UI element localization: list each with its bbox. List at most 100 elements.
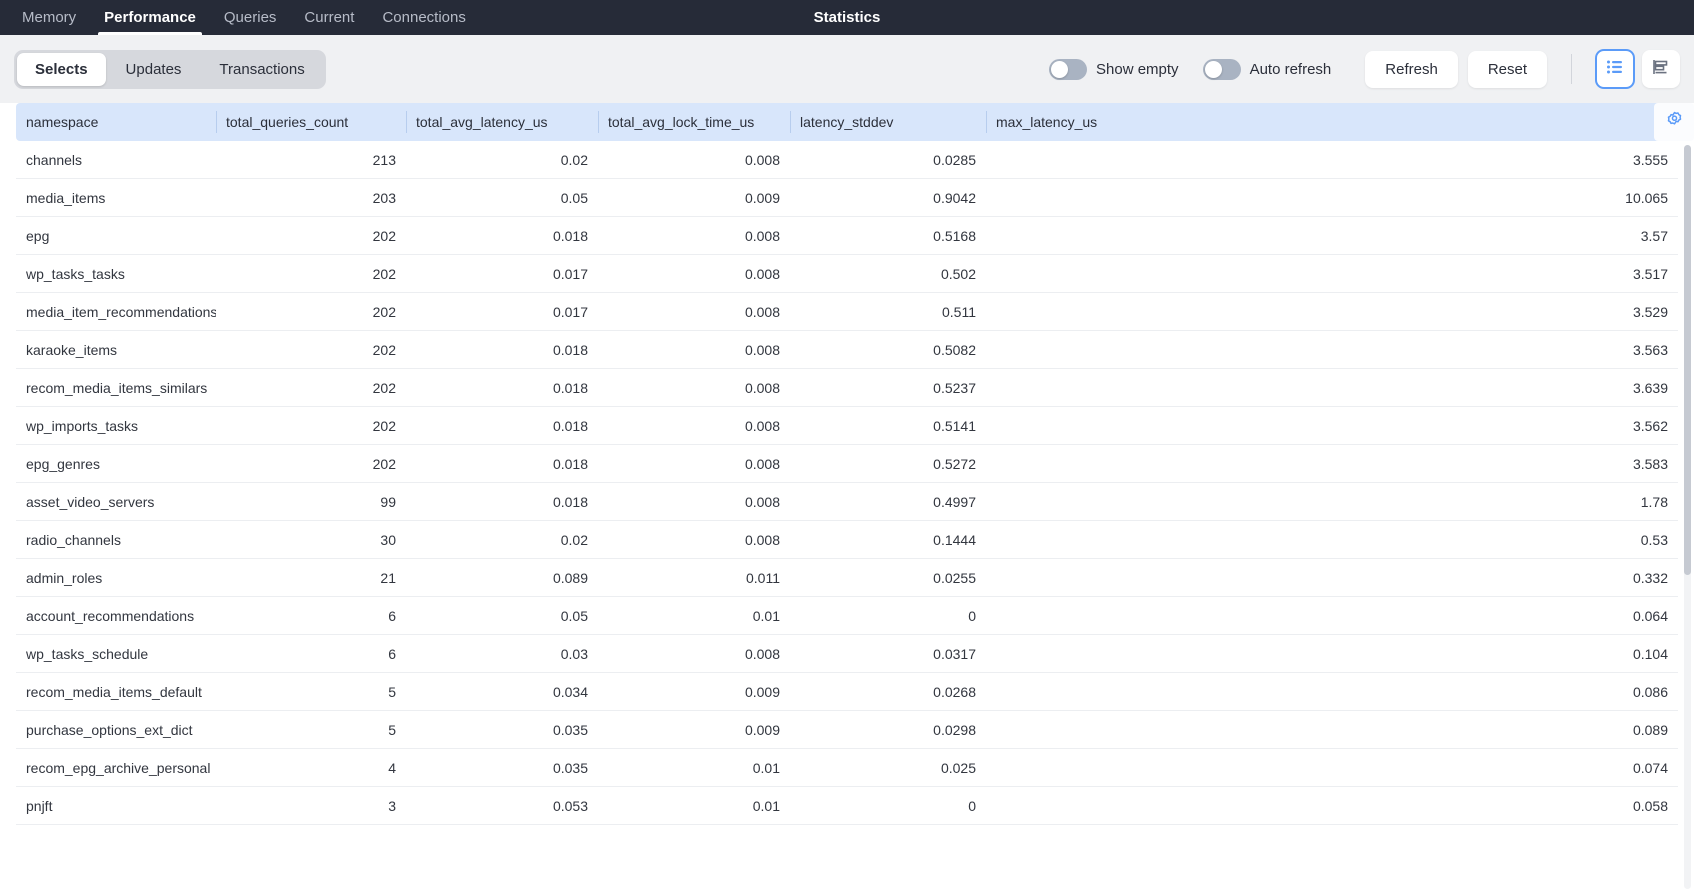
tab-selects[interactable]: Selects [17, 53, 106, 86]
nav-item-memory[interactable]: Memory [8, 0, 90, 35]
chart-view-button[interactable] [1642, 50, 1680, 88]
cell-total-avg-latency-us: 0.05 [406, 608, 598, 624]
cell-total-avg-latency-us: 0.035 [406, 722, 598, 738]
cell-total-avg-latency-us: 0.017 [406, 304, 598, 320]
table-settings-button[interactable] [1654, 103, 1694, 141]
table-row[interactable]: media_item_recommendations2020.0170.0080… [16, 293, 1678, 331]
cell-total-avg-lock-time-us: 0.009 [598, 722, 790, 738]
table-row[interactable]: wp_tasks_schedule60.030.0080.03170.104 [16, 635, 1678, 673]
cell-total-avg-latency-us: 0.018 [406, 342, 598, 358]
cell-total-avg-latency-us: 0.018 [406, 456, 598, 472]
cell-total-avg-latency-us: 0.034 [406, 684, 598, 700]
cell-latency-stddev: 0.0298 [790, 722, 986, 738]
table-row[interactable]: channels2130.020.0080.02853.555 [16, 141, 1678, 179]
column-header-total-avg-lock-time-us[interactable]: total_avg_lock_time_us [598, 103, 790, 141]
cell-total-avg-latency-us: 0.053 [406, 798, 598, 814]
table-row[interactable]: pnjft30.0530.0100.058 [16, 787, 1678, 825]
auto-refresh-toggle[interactable] [1203, 59, 1241, 80]
cell-max-latency-us: 3.517 [986, 266, 1678, 282]
list-view-button[interactable] [1596, 50, 1634, 88]
cell-total-avg-lock-time-us: 0.008 [598, 152, 790, 168]
table-row[interactable]: wp_tasks_tasks2020.0170.0080.5023.517 [16, 255, 1678, 293]
cell-total-avg-latency-us: 0.089 [406, 570, 598, 586]
table-row[interactable]: asset_video_servers990.0180.0080.49971.7… [16, 483, 1678, 521]
cell-max-latency-us: 3.57 [986, 228, 1678, 244]
cell-total-queries-count: 202 [216, 342, 406, 358]
table-row[interactable]: radio_channels300.020.0080.14440.53 [16, 521, 1678, 559]
cell-max-latency-us: 3.583 [986, 456, 1678, 472]
cell-namespace: recom_media_items_default [16, 684, 216, 700]
nav-item-performance[interactable]: Performance [90, 0, 210, 35]
view-mode-tabs: SelectsUpdatesTransactions [14, 50, 326, 89]
table-row[interactable]: epg_genres2020.0180.0080.52723.583 [16, 445, 1678, 483]
cell-total-avg-lock-time-us: 0.011 [598, 570, 790, 586]
toolbar-controls: Show empty Auto refresh Refresh Reset [1049, 50, 1680, 88]
cell-max-latency-us: 0.104 [986, 646, 1678, 662]
cell-latency-stddev: 0.0285 [790, 152, 986, 168]
reset-button[interactable]: Reset [1468, 51, 1547, 88]
cell-total-avg-lock-time-us: 0.009 [598, 190, 790, 206]
cell-total-avg-lock-time-us: 0.009 [598, 684, 790, 700]
cell-namespace: wp_tasks_schedule [16, 646, 216, 662]
cell-namespace: wp_tasks_tasks [16, 266, 216, 282]
cell-total-queries-count: 30 [216, 532, 406, 548]
show-empty-toggle[interactable] [1049, 59, 1087, 80]
cell-latency-stddev: 0.5237 [790, 380, 986, 396]
table-row[interactable]: account_recommendations60.050.0100.064 [16, 597, 1678, 635]
table-row[interactable]: karaoke_items2020.0180.0080.50823.563 [16, 331, 1678, 369]
refresh-button[interactable]: Refresh [1365, 51, 1458, 88]
list-view-icon [1605, 57, 1625, 82]
table-row[interactable]: recom_media_items_similars2020.0180.0080… [16, 369, 1678, 407]
column-header-total-avg-latency-us[interactable]: total_avg_latency_us [406, 103, 598, 141]
column-header-max-latency-us[interactable]: max_latency_us [986, 103, 1678, 141]
cell-max-latency-us: 0.058 [986, 798, 1678, 814]
table-row[interactable]: admin_roles210.0890.0110.02550.332 [16, 559, 1678, 597]
cell-max-latency-us: 0.064 [986, 608, 1678, 624]
cell-max-latency-us: 0.089 [986, 722, 1678, 738]
cell-namespace: purchase_options_ext_dict [16, 722, 216, 738]
nav-item-connections[interactable]: Connections [368, 0, 479, 35]
cell-total-avg-lock-time-us: 0.008 [598, 266, 790, 282]
cell-total-queries-count: 202 [216, 266, 406, 282]
column-header-total-queries-count[interactable]: total_queries_count [216, 103, 406, 141]
cell-total-avg-latency-us: 0.018 [406, 418, 598, 434]
cell-latency-stddev: 0.025 [790, 760, 986, 776]
cell-total-queries-count: 5 [216, 684, 406, 700]
tab-transactions[interactable]: Transactions [201, 53, 322, 86]
cell-total-queries-count: 203 [216, 190, 406, 206]
cell-total-avg-lock-time-us: 0.008 [598, 646, 790, 662]
cell-namespace: asset_video_servers [16, 494, 216, 510]
table-row[interactable]: purchase_options_ext_dict50.0350.0090.02… [16, 711, 1678, 749]
cell-max-latency-us: 0.332 [986, 570, 1678, 586]
vertical-scrollbar[interactable] [1684, 145, 1691, 889]
cell-total-avg-lock-time-us: 0.008 [598, 494, 790, 510]
nav-item-label: Memory [22, 9, 76, 26]
table-row[interactable]: recom_epg_archive_personal40.0350.010.02… [16, 749, 1678, 787]
scrollbar-thumb[interactable] [1684, 145, 1691, 575]
cell-max-latency-us: 1.78 [986, 494, 1678, 510]
cell-total-avg-latency-us: 0.05 [406, 190, 598, 206]
nav-item-queries[interactable]: Queries [210, 0, 291, 35]
table-row[interactable]: wp_imports_tasks2020.0180.0080.51413.562 [16, 407, 1678, 445]
table-row[interactable]: epg2020.0180.0080.51683.57 [16, 217, 1678, 255]
cell-max-latency-us: 3.562 [986, 418, 1678, 434]
table-row[interactable]: media_items2030.050.0090.904210.065 [16, 179, 1678, 217]
column-header-latency-stddev[interactable]: latency_stddev [790, 103, 986, 141]
column-header-namespace[interactable]: namespace [16, 103, 216, 141]
cell-total-avg-lock-time-us: 0.008 [598, 304, 790, 320]
cell-total-queries-count: 202 [216, 228, 406, 244]
show-empty-control: Show empty [1049, 59, 1179, 80]
table-row[interactable]: recom_media_items_default50.0340.0090.02… [16, 673, 1678, 711]
cell-total-avg-latency-us: 0.035 [406, 760, 598, 776]
cell-latency-stddev: 0.5168 [790, 228, 986, 244]
cell-latency-stddev: 0.1444 [790, 532, 986, 548]
tab-updates[interactable]: Updates [108, 53, 200, 86]
cell-total-queries-count: 202 [216, 456, 406, 472]
cell-total-avg-latency-us: 0.018 [406, 380, 598, 396]
gear-icon [1665, 110, 1684, 134]
nav-item-current[interactable]: Current [290, 0, 368, 35]
cell-latency-stddev: 0.0268 [790, 684, 986, 700]
cell-total-avg-lock-time-us: 0.008 [598, 456, 790, 472]
cell-namespace: epg [16, 228, 216, 244]
cell-total-avg-lock-time-us: 0.008 [598, 532, 790, 548]
